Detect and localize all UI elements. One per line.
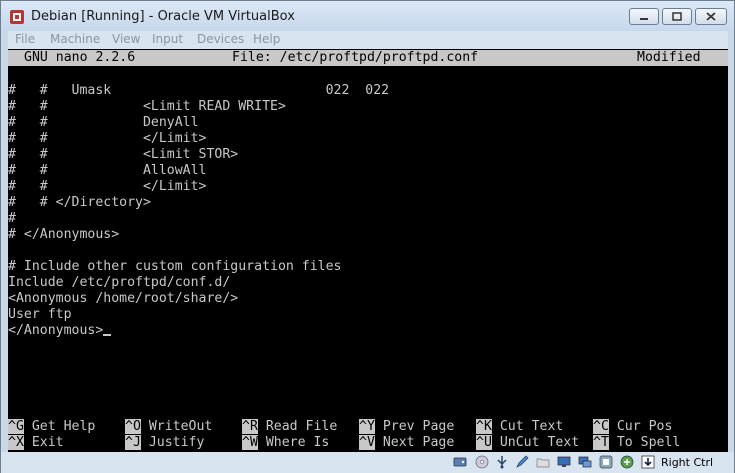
minimize-button[interactable] — [629, 8, 659, 25]
shortcut-cur-pos[interactable]: ^C Cur Pos — [593, 419, 672, 435]
editor-line: # # <Limit READ WRITE> — [8, 99, 286, 114]
editor-line: User ftp — [8, 307, 72, 322]
shortcut-label: Prev Page — [382, 419, 455, 434]
shortcut-next-page[interactable]: ^V Next Page — [359, 435, 454, 451]
shortcut-label: Where Is — [265, 435, 330, 450]
hdd-icon[interactable] — [453, 455, 467, 469]
editor-line: # # AllowAll — [8, 163, 207, 178]
shortcut-label: Cut Text — [499, 419, 564, 434]
title-bar[interactable]: Debian [Running] - Oracle VM VirtualBox — [1, 1, 734, 31]
shortcut-key: ^G — [8, 419, 24, 434]
menu-input[interactable]: Input — [152, 32, 183, 46]
shortcut-key: ^T — [593, 435, 609, 450]
shortcut-label: Read File — [265, 419, 338, 434]
nano-modified: Modified — [637, 50, 701, 65]
nano-header: GNU nano 2.2.6 File: /etc/proftpd/proftp… — [8, 50, 728, 66]
minimize-icon — [640, 18, 648, 20]
editor-line: # Include other custom configuration fil… — [8, 259, 342, 274]
shortcut-to-spell[interactable]: ^T To Spell — [593, 435, 680, 451]
network-icon[interactable] — [578, 455, 592, 469]
shortcut-label: UnCut Text — [499, 435, 580, 450]
shortcut-get-help[interactable]: ^G Get Help — [8, 419, 95, 435]
menu-devices[interactable]: Devices — [197, 32, 244, 46]
shortcut-key: ^J — [125, 435, 141, 450]
shortcut-key: ^V — [359, 435, 375, 450]
shortcut-writeout[interactable]: ^O WriteOut — [125, 419, 212, 435]
editor-line: </Anonymous> — [8, 323, 104, 338]
editor-line: # # </Directory> — [8, 195, 151, 210]
virtualbox-window: Debian [Running] - Oracle VM VirtualBox … — [0, 0, 735, 473]
editor-line: # # </Limit> — [8, 179, 207, 194]
close-button[interactable] — [695, 8, 727, 25]
shortcut-key: ^O — [125, 419, 141, 434]
editor-line: Include /etc/proftpd/conf.d/ — [8, 275, 231, 290]
editor-line: # — [8, 211, 16, 226]
nano-filename: File: /etc/proftpd/proftpd.conf — [232, 50, 479, 65]
shared-folder-icon[interactable] — [620, 455, 634, 469]
text-cursor — [103, 334, 112, 336]
folder-icon[interactable] — [536, 455, 550, 469]
editor-line: # # </Limit> — [8, 131, 207, 146]
shortcut-label: Cur Pos — [616, 419, 673, 434]
editor-line: # # Umask 022 022 — [8, 83, 390, 98]
capture-icon[interactable] — [599, 455, 613, 469]
vm-status-bar: Right Ctrl — [1, 452, 734, 473]
menu-machine[interactable]: Machine — [50, 32, 100, 46]
menu-view[interactable]: View — [112, 32, 140, 46]
shortcut-read-file[interactable]: ^R Read File — [242, 419, 337, 435]
shortcut-label: Justify — [148, 435, 205, 450]
shortcut-cut-text[interactable]: ^K Cut Text — [476, 419, 563, 435]
shortcut-label: WriteOut — [148, 419, 213, 434]
editor-line: <Anonymous /home/root/share/> — [8, 291, 239, 306]
shortcut-prev-page[interactable]: ^Y Prev Page — [359, 419, 454, 435]
close-icon — [706, 12, 716, 21]
arrow-down-icon[interactable] — [641, 455, 655, 469]
shortcut-label: Next Page — [382, 435, 455, 450]
shortcut-label: Get Help — [31, 419, 96, 434]
window-title: Debian [Running] - Oracle VM VirtualBox — [31, 9, 295, 24]
shortcut-label: To Spell — [616, 435, 681, 450]
host-key-label: Right Ctrl — [661, 456, 714, 469]
shortcut-where-is[interactable]: ^W Where Is — [242, 435, 329, 451]
menu-help[interactable]: Help — [253, 32, 280, 46]
shortcut-uncut-text[interactable]: ^U UnCut Text — [476, 435, 579, 451]
shortcut-key: ^X — [8, 435, 24, 450]
shortcut-key: ^K — [476, 419, 492, 434]
editor-line-cursor-row: </Anonymous> — [8, 323, 112, 339]
shortcut-key: ^R — [242, 419, 258, 434]
cd-icon[interactable] — [475, 455, 489, 469]
shortcut-key: ^C — [593, 419, 609, 434]
nano-version: GNU nano 2.2.6 — [24, 50, 136, 65]
editor-line: # </Anonymous> — [8, 227, 120, 242]
virtualbox-app-icon — [10, 10, 24, 24]
shortcut-label: Exit — [31, 435, 64, 450]
shortcut-key: ^W — [242, 435, 258, 450]
menu-bar: File Machine View Input Devices Help — [8, 31, 728, 49]
maximize-button[interactable] — [662, 8, 692, 25]
maximize-icon — [672, 12, 682, 21]
editor-line: # # DenyAll — [8, 115, 199, 130]
display-icon[interactable] — [557, 455, 571, 469]
editor-line: # # <Limit STOR> — [8, 147, 239, 162]
pen-icon[interactable] — [515, 455, 529, 469]
shortcut-justify[interactable]: ^J Justify — [125, 435, 204, 451]
shortcut-key: ^U — [476, 435, 492, 450]
shortcut-exit[interactable]: ^X Exit — [8, 435, 64, 451]
shortcut-key: ^Y — [359, 419, 375, 434]
vm-display[interactable]: GNU nano 2.2.6 File: /etc/proftpd/proftp… — [8, 49, 728, 452]
usb-icon[interactable] — [495, 455, 509, 469]
menu-file[interactable]: File — [15, 32, 35, 46]
